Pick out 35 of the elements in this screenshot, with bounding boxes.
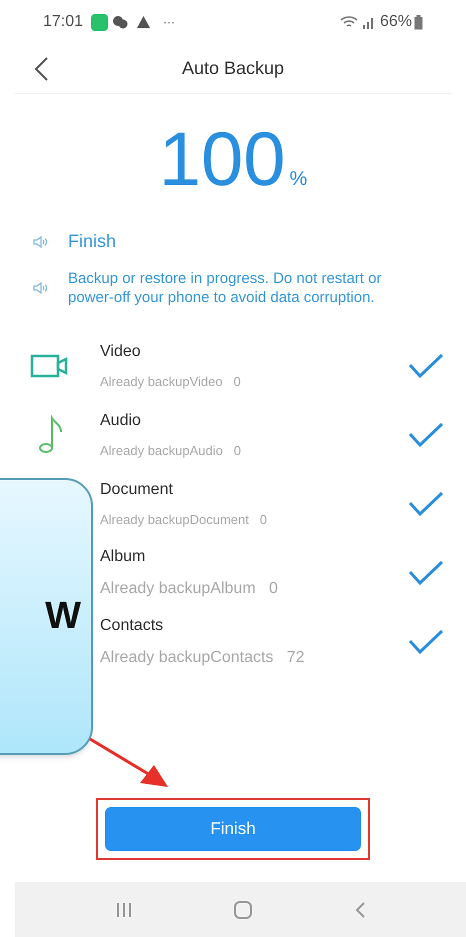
chat-icon (112, 15, 128, 29)
back-button[interactable] (33, 56, 49, 82)
home-icon[interactable] (233, 900, 254, 920)
back-nav-icon[interactable] (354, 900, 366, 918)
battery-percent: 66% (380, 12, 412, 32)
status-time: 17:01 (43, 12, 84, 32)
percent-sign: % (290, 167, 308, 192)
recent-apps-icon[interactable] (115, 900, 134, 918)
wifi-icon (340, 16, 358, 28)
more-notifications: ··· (163, 14, 176, 31)
item-detail: Already backupVideo 0 (100, 372, 242, 391)
music-note-icon (37, 414, 63, 454)
finish-button[interactable]: Finish (105, 807, 361, 851)
app-icon (91, 14, 108, 30)
screen-title: Auto Backup (182, 57, 284, 80)
item-name: Audio (100, 410, 142, 431)
item-detail: Already backupAlbum 0 (100, 578, 279, 598)
item-detail: Already backupContacts 72 (100, 648, 306, 668)
warning-icon (136, 15, 152, 29)
item-name: Album (100, 546, 146, 566)
status-message: Finish (68, 230, 116, 253)
item-detail: Already backupDocument 0 (100, 510, 268, 529)
video-camera-icon (30, 352, 70, 378)
progress-percent: 100 (158, 122, 286, 198)
back-icon (33, 56, 49, 82)
speaker-icon (32, 280, 48, 296)
warning-message: Backup or restore in progress. Do not restart or power-off your phone to avoid data corruption. (68, 269, 382, 307)
speaker-icon (32, 234, 48, 250)
battery-icon (414, 14, 423, 30)
item-name: Video (100, 342, 142, 362)
item-name: Document (100, 480, 174, 500)
item-name: Contacts (100, 616, 164, 636)
callout-text: W (45, 594, 81, 639)
item-detail: Already backupAudio 0 (100, 442, 242, 460)
signal-icon (362, 16, 376, 28)
